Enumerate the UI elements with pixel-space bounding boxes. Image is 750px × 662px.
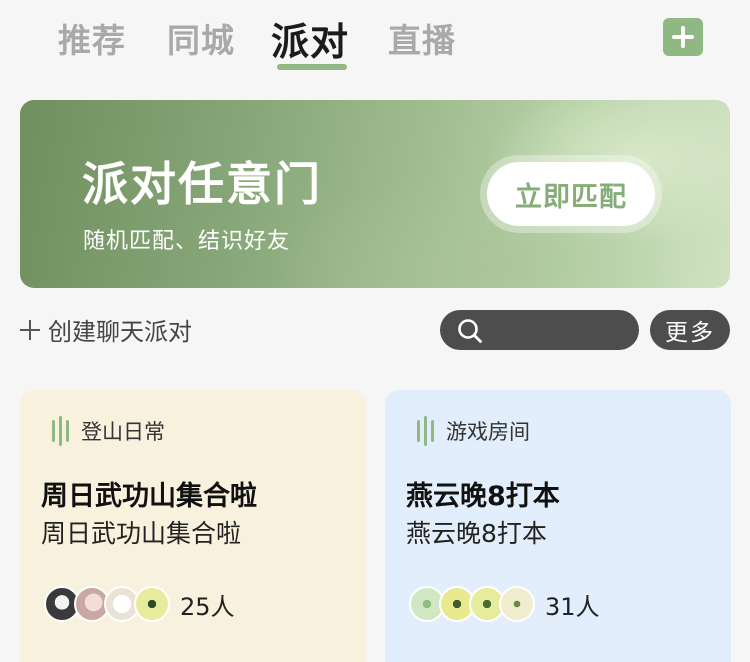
party-card[interactable]: 游戏房间 燕云晚8打本 燕云晚8打本 31人 [385,390,731,662]
member-count: 31人 [545,592,600,621]
card-title: 燕云晚8打本 [406,481,560,512]
card-tag: 登山日常 [52,416,165,446]
avatar [134,586,170,622]
voice-bars-icon [52,416,69,446]
more-button[interactable]: 更多 [650,310,730,350]
add-button[interactable] [663,18,703,56]
create-party-button[interactable]: 创建聊天派对 [20,312,192,347]
card-subtitle: 周日武功山集合啦 [41,519,242,548]
match-now-button[interactable]: 立即匹配 [487,162,655,226]
banner-title: 派对任意门 [82,157,322,211]
voice-bars-icon [417,416,434,446]
tab-local[interactable]: 同城 [167,14,235,62]
card-title: 周日武功山集合啦 [41,481,257,512]
member-avatars: 31人 [409,586,600,622]
tab-recommend[interactable]: 推荐 [58,14,126,62]
create-party-label: 创建聊天派对 [48,318,192,346]
banner-subtitle: 随机匹配、结识好友 [83,229,291,254]
top-tab-bar: 推荐 同城 派对 直播 [0,0,750,80]
search-icon [458,319,482,343]
card-subtitle: 燕云晚8打本 [406,519,547,548]
card-tag: 游戏房间 [417,416,530,446]
avatar [499,586,535,622]
party-match-banner[interactable]: 派对任意门 随机匹配、结识好友 立即匹配 [20,100,730,288]
tab-live[interactable]: 直播 [388,14,456,62]
member-avatars: 25人 [44,586,235,622]
tab-party[interactable]: 派对 [271,11,349,66]
card-tag-label: 登山日常 [81,420,165,444]
active-tab-indicator [277,64,347,70]
card-tag-label: 游戏房间 [446,420,530,444]
party-card[interactable]: 登山日常 周日武功山集合啦 周日武功山集合啦 25人 [20,390,366,662]
plus-icon [20,319,40,340]
search-input[interactable] [440,310,639,350]
member-count: 25人 [180,592,235,621]
